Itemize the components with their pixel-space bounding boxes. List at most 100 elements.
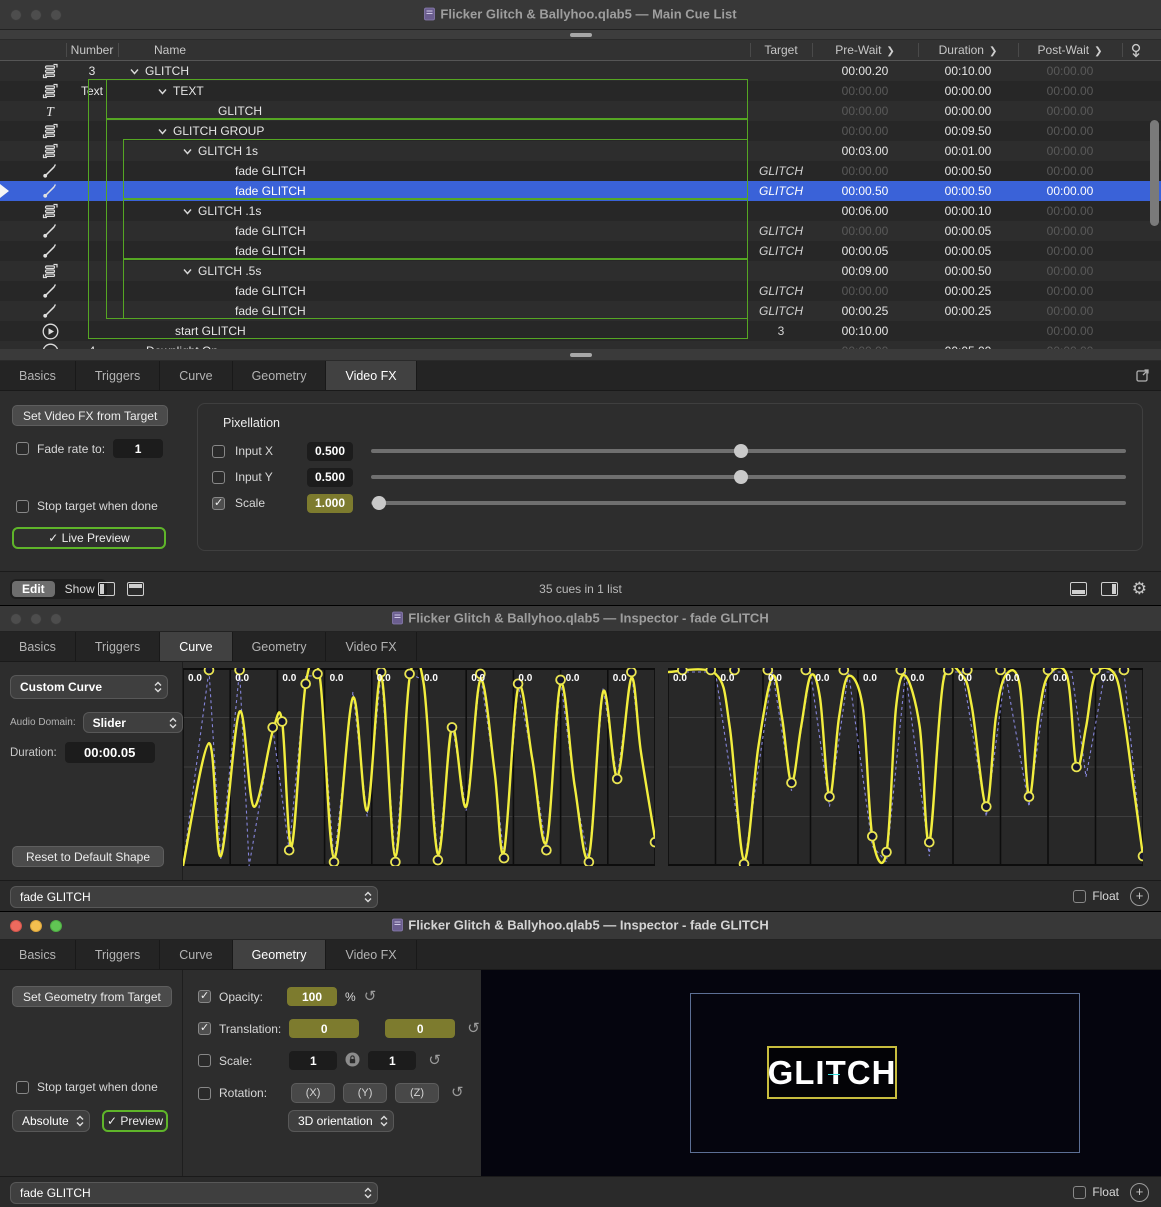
column-header-postwait[interactable]: Post-Wait❯	[1018, 40, 1122, 61]
curve-control-point[interactable]	[982, 802, 991, 811]
cue-number[interactable]	[66, 141, 118, 161]
cue-name[interactable]: GLITCH GROUP	[158, 121, 264, 141]
glitch-text-cue-box[interactable]: GLITCH	[767, 1046, 897, 1099]
cue-target[interactable]	[750, 61, 812, 81]
cue-postwait[interactable]: 00:00.00	[1018, 161, 1122, 181]
curve-control-point[interactable]	[627, 668, 636, 676]
plus-circle-icon[interactable]: +	[1130, 1183, 1149, 1202]
fx-param-value-field[interactable]: 0.500	[307, 468, 353, 487]
slider-thumb[interactable]	[734, 470, 748, 484]
cue-number[interactable]	[66, 101, 118, 121]
fx-param-value-field[interactable]: 0.500	[307, 442, 353, 461]
cue-number[interactable]: 4	[66, 341, 118, 349]
stage-preview[interactable]: GLITCH	[481, 970, 1161, 1176]
splitter-handle[interactable]	[570, 33, 592, 37]
geometry-mode-select[interactable]: Absolute	[12, 1110, 90, 1132]
tab-video-fx[interactable]: Video FX	[326, 632, 416, 661]
cue-target[interactable]: GLITCH	[750, 181, 812, 201]
tab-triggers[interactable]: Triggers	[76, 940, 160, 969]
rotation-checkbox[interactable]	[198, 1087, 211, 1100]
cue-postwait[interactable]: 00:00.00	[1018, 181, 1122, 201]
gear-icon[interactable]: ⚙	[1132, 582, 1147, 596]
curve-control-point[interactable]	[882, 848, 891, 857]
cue-duration[interactable]: 00:00.05	[918, 221, 1018, 241]
curve-control-point[interactable]	[896, 668, 905, 674]
tab-geometry[interactable]: Geometry	[233, 361, 327, 390]
cue-postwait[interactable]: 00:00.00	[1018, 241, 1122, 261]
column-header-name[interactable]: Name	[118, 40, 750, 61]
cue-prewait[interactable]: 00:06.00	[812, 201, 918, 221]
reset-rotation-icon[interactable]: ↺	[451, 1086, 464, 1100]
float-checkbox[interactable]	[1073, 890, 1086, 903]
cue-row[interactable]: TextTEXT00:00.0000:00.0000:00.00	[0, 81, 1161, 101]
cue-prewait[interactable]: 00:00.00	[812, 81, 918, 101]
cue-row[interactable]: fade GLITCHGLITCH00:00.0000:00.0500:00.0…	[0, 221, 1161, 241]
cue-duration[interactable]: 00:01.00	[918, 141, 1018, 161]
input-x-checkbox[interactable]	[212, 445, 225, 458]
cue-name[interactable]: GLITCH .5s	[183, 261, 261, 281]
curve-control-point[interactable]	[651, 838, 655, 847]
rotate-x-button[interactable]: (X)	[291, 1083, 335, 1103]
cue-target[interactable]: GLITCH	[750, 241, 812, 261]
disclosure-triangle-icon[interactable]	[183, 208, 192, 215]
cue-duration[interactable]: 00:10.00	[918, 61, 1018, 81]
tab-basics[interactable]: Basics	[0, 361, 76, 390]
tab-video-fx[interactable]: Video FX	[326, 940, 416, 969]
curve-control-point[interactable]	[285, 846, 294, 855]
curve-control-point[interactable]	[801, 668, 810, 674]
curve-control-point[interactable]	[330, 858, 339, 866]
cue-duration[interactable]: 00:00.10	[918, 201, 1018, 221]
tab-triggers[interactable]: Triggers	[76, 361, 160, 390]
orientation-select[interactable]: 3D orientation	[288, 1110, 394, 1132]
curve-control-point[interactable]	[268, 723, 277, 732]
cue-number[interactable]	[66, 221, 118, 241]
fade-rate-checkbox[interactable]	[16, 442, 29, 455]
cue-prewait[interactable]: 00:00.00	[812, 221, 918, 241]
cue-prewait[interactable]: 00:00.05	[812, 241, 918, 261]
curve-control-point[interactable]	[787, 778, 796, 787]
curve-control-point[interactable]	[740, 860, 749, 866]
curve-control-point[interactable]	[434, 856, 443, 865]
rotate-z-button[interactable]: (Z)	[395, 1083, 439, 1103]
curve-control-point[interactable]	[1044, 668, 1053, 674]
cue-duration[interactable]: 00:00.00	[918, 81, 1018, 101]
cue-target[interactable]	[750, 341, 812, 349]
disclosure-triangle-icon[interactable]	[158, 88, 167, 95]
cue-number[interactable]	[66, 281, 118, 301]
cue-target[interactable]: GLITCH	[750, 301, 812, 321]
cue-prewait[interactable]: 00:00.00	[812, 281, 918, 301]
tab-curve[interactable]: Curve	[160, 632, 232, 661]
cue-name[interactable]: GLITCH .1s	[183, 201, 261, 221]
cue-name[interactable]: TEXT	[158, 81, 204, 101]
vertical-scrollbar[interactable]	[1150, 120, 1159, 226]
input-y-checkbox[interactable]	[212, 471, 225, 484]
curve-control-point[interactable]	[1139, 852, 1143, 861]
cue-postwait[interactable]: 00:00.00	[1018, 281, 1122, 301]
cue-postwait[interactable]: 00:00.00	[1018, 61, 1122, 81]
cue-row[interactable]: fade GLITCHGLITCH00:00.0500:00.0500:00.0…	[0, 241, 1161, 261]
titlebar-inspector-geometry[interactable]: Flicker Glitch & Ballyhoo.qlab5 — Inspec…	[0, 912, 1161, 940]
cue-row[interactable]: 4Downlight On00:00.0000:05.0000:00.00	[0, 341, 1161, 349]
column-header-prewait[interactable]: Pre-Wait❯	[812, 40, 918, 61]
cue-name[interactable]: fade GLITCH	[235, 301, 306, 321]
cue-target[interactable]	[750, 101, 812, 121]
cue-number[interactable]: 3	[66, 61, 118, 81]
cue-name[interactable]: fade GLITCH	[235, 241, 306, 261]
cue-postwait[interactable]: 00:00.00	[1018, 301, 1122, 321]
curve-control-point[interactable]	[405, 670, 414, 679]
cue-number[interactable]: Text	[66, 81, 118, 101]
cue-name[interactable]: fade GLITCH	[235, 221, 306, 241]
curve-control-point[interactable]	[839, 668, 848, 674]
curve-control-point[interactable]	[613, 775, 622, 784]
cue-row[interactable]: fade GLITCHGLITCH00:00.0000:00.5000:00.0…	[0, 161, 1161, 181]
cue-name[interactable]: GLITCH 1s	[183, 141, 258, 161]
curve-control-point[interactable]	[944, 668, 953, 674]
stop-target-checkbox[interactable]	[16, 500, 29, 513]
curve-control-point[interactable]	[313, 670, 322, 679]
cue-number[interactable]	[66, 301, 118, 321]
fx-param-value-field[interactable]: 1.000	[307, 494, 353, 513]
cue-postwait[interactable]: 00:00.00	[1018, 141, 1122, 161]
reset-opacity-icon[interactable]: ↺	[364, 990, 377, 1004]
cue-duration[interactable]: 00:00.25	[918, 281, 1018, 301]
cue-prewait[interactable]: 00:10.00	[812, 321, 918, 341]
